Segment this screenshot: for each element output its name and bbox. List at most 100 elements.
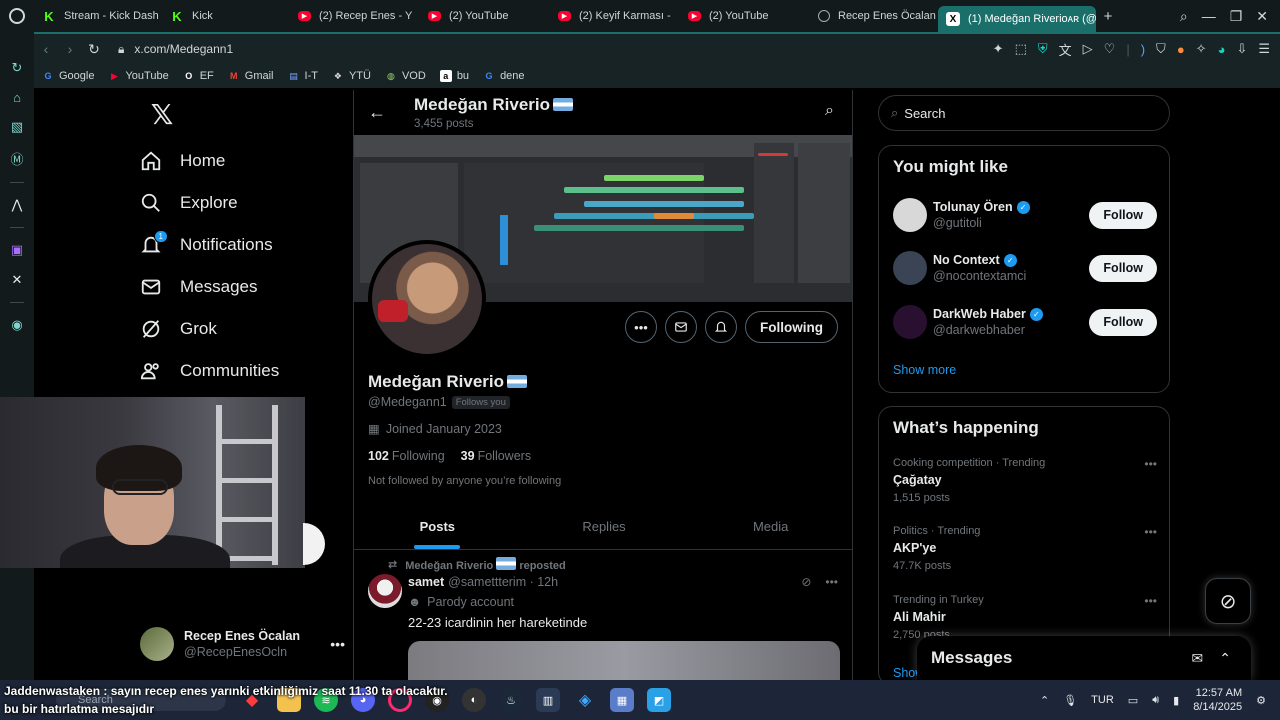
follow-button[interactable]: Follow xyxy=(1089,308,1157,336)
new-message-icon[interactable]: ✉ xyxy=(1192,650,1204,667)
bookmark-gmail[interactable]: M Gmail xyxy=(228,70,273,82)
tab-youtube-2[interactable]: ▶ (2) YouTube xyxy=(680,0,810,32)
twitch-icon[interactable]: ▣ xyxy=(11,242,23,258)
search-profile-icon[interactable]: ⌕ xyxy=(825,102,834,120)
more-icon[interactable]: ••• xyxy=(825,575,838,589)
notify-bell-button[interactable] xyxy=(705,311,737,343)
chrome-like-icon[interactable]: ◐ xyxy=(462,688,486,712)
following-link[interactable]: 102 Following xyxy=(368,449,445,463)
bookmark-ytu[interactable]: ❖ YTÜ xyxy=(332,70,371,82)
pin-icon[interactable]: ✦ xyxy=(993,41,1004,57)
bookmark-vod[interactable]: ◍ VOD xyxy=(385,70,426,82)
url-field[interactable]: 🔒︎ x.com/Medegann1 xyxy=(118,42,233,57)
tab-medegan-x[interactable]: X (1) Medeğan Riverioᴀʀ (@ xyxy=(938,6,1096,32)
reload-icon[interactable]: ↻ xyxy=(82,41,106,58)
chevron-up-icon[interactable]: ⌃ xyxy=(1040,694,1049,707)
suggestion-row[interactable]: Tolunay Ören ✓ @gutitoli Follow xyxy=(893,195,1157,235)
tab-keyif-karmasi[interactable]: ▶ (2) Keyif Karması - xyxy=(550,0,680,32)
clock[interactable]: 12:57 AM 8/14/2025 xyxy=(1193,686,1242,714)
crystal-app-icon[interactable]: ◈ xyxy=(573,688,597,712)
download-icon[interactable]: ⇩ xyxy=(1236,41,1247,57)
network-icon[interactable]: ▭ xyxy=(1128,694,1138,707)
forward-icon[interactable]: › xyxy=(58,41,82,57)
fox-extension-icon[interactable]: ● xyxy=(1177,42,1185,57)
tab-recep-enes-ocalan[interactable]: Recep Enes Öcalan xyxy=(810,0,938,32)
more-icon[interactable]: ••• xyxy=(1144,525,1157,539)
brave-shield-icon[interactable]: ⛉ xyxy=(1156,41,1166,57)
x-sidebar-icon[interactable]: ✕ xyxy=(12,272,23,288)
bookmark-youtube[interactable]: ▶ YouTube xyxy=(108,70,169,82)
tab-youtube-1[interactable]: ▶ (2) YouTube xyxy=(420,0,550,32)
account-switcher[interactable]: Recep Enes Öcalan @RecepEnesOcln ••• xyxy=(140,624,345,664)
m-app-icon[interactable]: Ⓜ xyxy=(10,149,23,168)
notifications-icon[interactable]: ⚙ xyxy=(1256,694,1266,707)
nav-notifications[interactable]: 1 Notifications xyxy=(130,224,352,266)
nav-communities[interactable]: Communities xyxy=(130,350,352,392)
shopping-icon[interactable]: ⌂ xyxy=(13,90,21,105)
show-more-link[interactable]: Show more xyxy=(893,363,956,377)
aria-icon[interactable]: ⋀ xyxy=(12,197,23,213)
menu-icon[interactable]: ☰ xyxy=(1258,41,1270,57)
back-arrow-icon[interactable]: ← xyxy=(368,102,386,123)
expand-icon[interactable]: ⌃ xyxy=(1219,650,1231,667)
message-button[interactable] xyxy=(665,311,697,343)
battery-icon[interactable]: ▮ xyxy=(1173,694,1179,707)
trend-item[interactable]: Politics · Trending AKP'ye 47.7K posts •… xyxy=(893,525,1157,572)
bookmark-bu[interactable]: a bu xyxy=(439,70,469,82)
tweet-author-avatar[interactable] xyxy=(368,574,402,608)
nav-explore[interactable]: Explore xyxy=(130,182,352,224)
opera-logo-icon[interactable] xyxy=(0,0,34,32)
grok-floating-button[interactable]: ⊘ xyxy=(1205,578,1251,624)
nav-home[interactable]: Home xyxy=(130,140,352,182)
search-input[interactable]: ⌕ Search xyxy=(878,95,1170,131)
shield-icon[interactable]: ⛨ xyxy=(1038,41,1048,57)
refresh-circle-icon[interactable]: ↻ xyxy=(12,60,23,76)
steam-icon[interactable]: ♨ xyxy=(499,688,523,712)
calculator-icon[interactable]: ▦ xyxy=(610,688,634,712)
nav-grok[interactable]: Grok xyxy=(130,308,352,350)
trend-item[interactable]: Cooking competition · Trending Çağatay 1… xyxy=(893,457,1157,504)
bookmark-dene[interactable]: Gdene xyxy=(483,70,525,82)
microphone-icon[interactable]: 🎙︎ xyxy=(1063,694,1077,707)
tab-kick[interactable]: K Kick xyxy=(162,0,290,32)
grok-icon[interactable]: ⊘ xyxy=(801,575,811,589)
paint-app-icon[interactable]: ◩ xyxy=(647,688,671,712)
following-button[interactable]: Following xyxy=(745,311,838,343)
puzzle-icon[interactable]: ✧ xyxy=(1196,41,1207,57)
back-icon[interactable]: ‹ xyxy=(34,41,58,57)
followers-link[interactable]: 39 Followers xyxy=(461,449,531,463)
bookmark-google[interactable]: G Google xyxy=(42,70,94,82)
follow-button[interactable]: Follow xyxy=(1089,254,1157,282)
nav-messages[interactable]: Messages xyxy=(130,266,352,308)
volume-icon[interactable]: 🔊︎ xyxy=(1152,694,1159,707)
more-options-button[interactable]: ••• xyxy=(625,311,657,343)
suggestion-row[interactable]: No Context ✓ @nocontextamci Follow xyxy=(893,248,1157,288)
maximize-icon[interactable]: ❐ xyxy=(1230,8,1243,25)
more-icon[interactable]: ••• xyxy=(1144,594,1157,608)
player-icon[interactable]: ◉ xyxy=(11,317,22,333)
bookmark-ef[interactable]: O EF xyxy=(183,70,214,82)
bookmark-i-t[interactable]: ▤ I-T xyxy=(288,70,318,82)
new-tab-button[interactable]: + xyxy=(1096,8,1120,25)
close-icon[interactable]: ✕ xyxy=(1256,8,1268,25)
tab-recep-enes-youtube[interactable]: ▶ (2) Recep Enes - Y xyxy=(290,0,420,32)
profile-avatar[interactable] xyxy=(368,240,486,358)
more-icon[interactable]: ••• xyxy=(330,636,345,652)
vpn-icon[interactable]: ) xyxy=(1141,42,1145,57)
profile-icon[interactable]: ◕ xyxy=(1218,42,1226,57)
discount-icon[interactable]: ▧ xyxy=(11,119,23,135)
search-tabs-icon[interactable]: ⌕ xyxy=(1180,8,1188,25)
audio-app-icon[interactable]: ▥ xyxy=(536,688,560,712)
x-logo-icon[interactable]: 𝕏 xyxy=(140,92,184,136)
heart-icon[interactable]: ♡ xyxy=(1104,41,1116,57)
messages-drawer[interactable]: Messages ✉ ⌃ xyxy=(917,636,1251,680)
send-icon[interactable]: ▷ xyxy=(1083,41,1093,57)
trend-item[interactable]: Trending in Turkey Ali Mahir 2,750 posts… xyxy=(893,594,1157,641)
tweet-time[interactable]: 12h xyxy=(537,575,558,589)
language-indicator[interactable]: TUR xyxy=(1091,694,1114,706)
snapshot-icon[interactable]: ⬚ xyxy=(1015,41,1027,57)
tab-stream-kick[interactable]: K Stream - Kick Dash xyxy=(34,0,162,32)
tab-replies[interactable]: Replies xyxy=(521,504,688,549)
tweet-author-handle[interactable]: @samettterim xyxy=(448,575,526,589)
more-icon[interactable]: ••• xyxy=(1144,457,1157,471)
